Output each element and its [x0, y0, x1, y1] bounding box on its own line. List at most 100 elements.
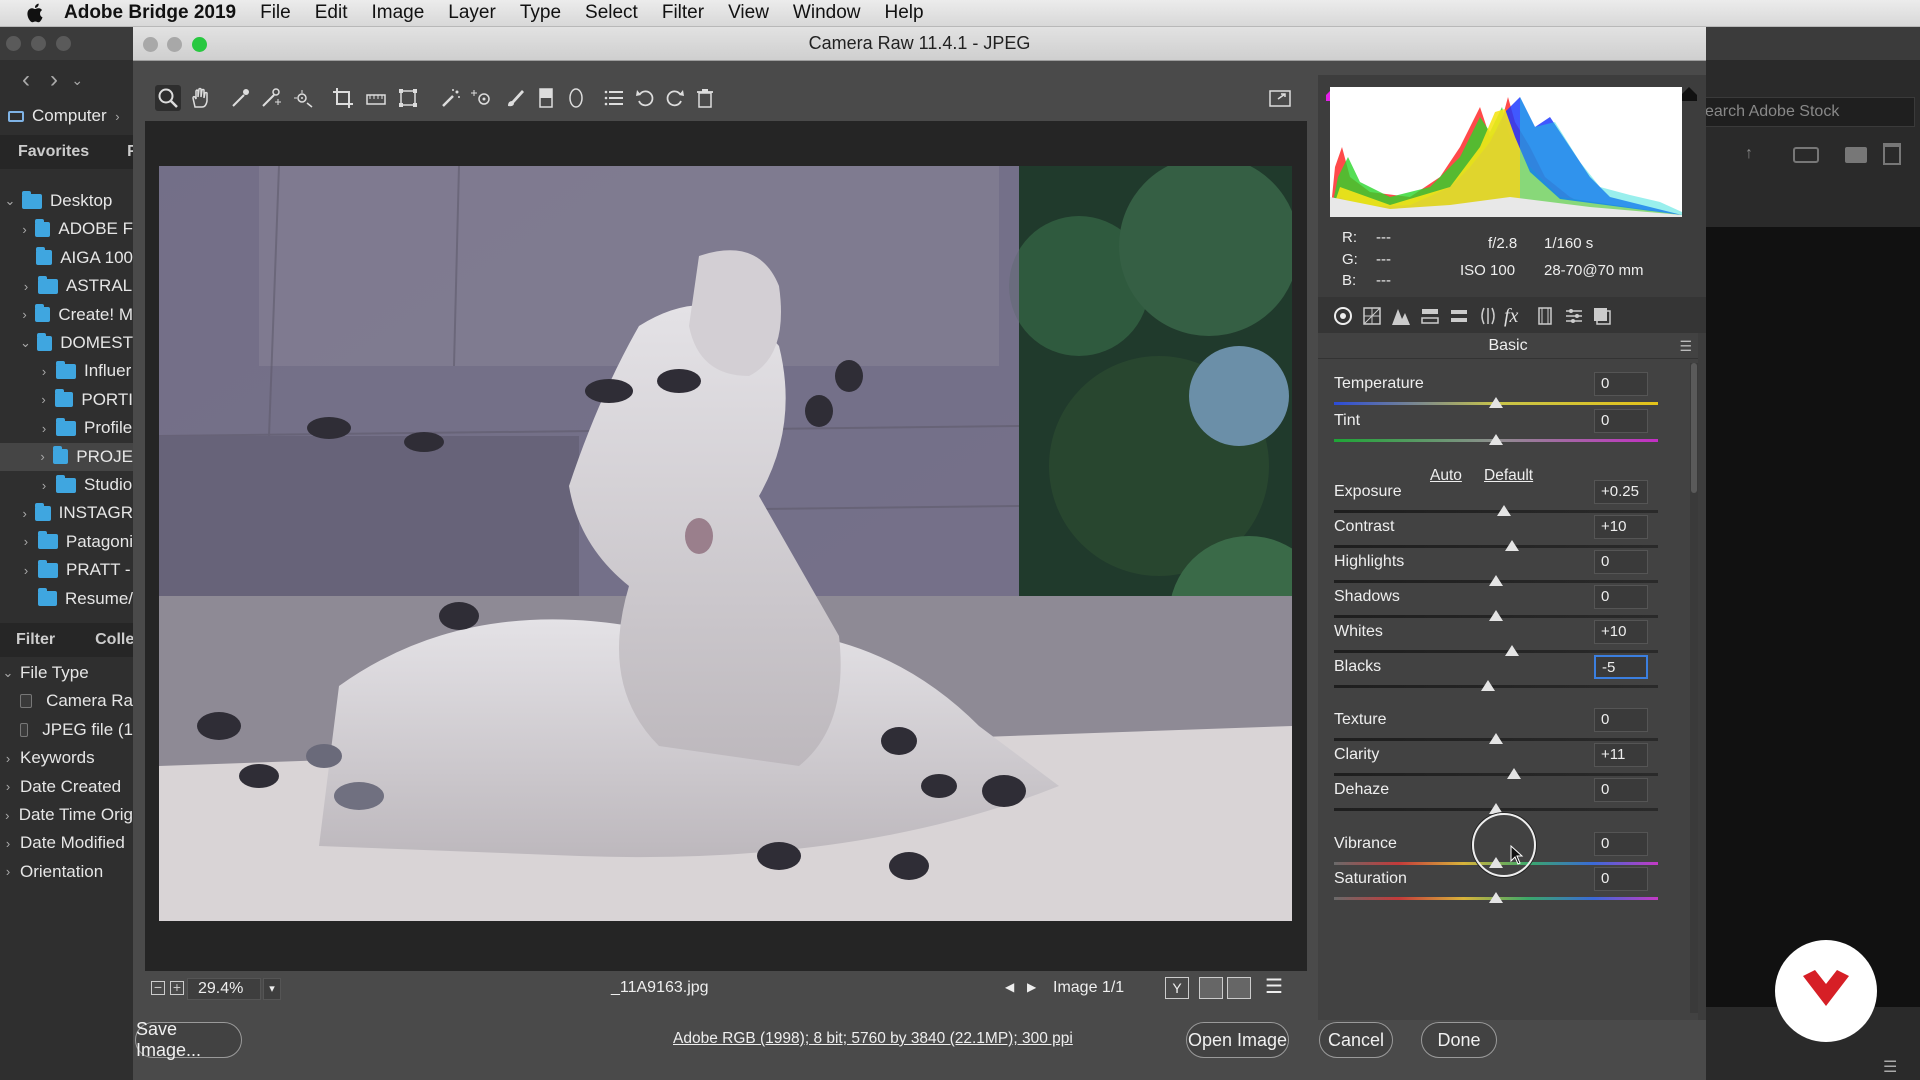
nav-arrows[interactable]: ‹ › ⌄: [0, 62, 133, 98]
menu-window[interactable]: Window: [793, 2, 861, 24]
targeted-adjustment-icon[interactable]: [290, 85, 316, 111]
slider-value-field[interactable]: 0: [1594, 550, 1648, 574]
slider-handle[interactable]: [1489, 397, 1503, 408]
forward-icon[interactable]: ›: [50, 66, 58, 94]
chevron-right-icon[interactable]: ›: [38, 449, 47, 464]
slider-track[interactable]: [1334, 685, 1658, 688]
statue-photo[interactable]: [159, 166, 1292, 921]
menu-help[interactable]: Help: [885, 2, 924, 24]
tab-favorites[interactable]: Favorites: [18, 143, 89, 161]
folder-item[interactable]: › Create! M: [0, 301, 133, 329]
filter-item[interactable]: JPEG file (1: [0, 716, 133, 744]
effects-tab-icon[interactable]: fx: [1504, 305, 1526, 327]
rotate-cw-icon[interactable]: [661, 85, 687, 111]
open-image-button[interactable]: Open Image: [1186, 1022, 1289, 1058]
history-dropdown-icon[interactable]: ⌄: [71, 72, 83, 89]
calibration-tab-icon[interactable]: [1534, 305, 1556, 327]
swap-settings-icon[interactable]: [1199, 977, 1223, 999]
path-breadcrumb[interactable]: Computer ›: [0, 99, 133, 133]
transform-tool-icon[interactable]: [395, 85, 421, 111]
slider-value-field[interactable]: 0: [1594, 867, 1648, 891]
filter-item[interactable]: › Date Created: [0, 773, 133, 801]
chevron-right-icon[interactable]: ›: [2, 808, 13, 823]
tab-filter[interactable]: Filter: [16, 631, 55, 649]
highlight-clipping-icon[interactable]: [1681, 87, 1697, 101]
folder-item[interactable]: AIGA 100: [0, 244, 133, 272]
rotate-ccw-icon[interactable]: [633, 85, 659, 111]
zoom-out-icon[interactable]: −: [151, 980, 165, 995]
slider-value-field[interactable]: +0.25: [1594, 480, 1648, 504]
radial-filter-icon[interactable]: [563, 85, 589, 111]
slider-value-field[interactable]: +10: [1594, 515, 1648, 539]
slider-handle[interactable]: [1506, 768, 1521, 779]
adobe-stock-search[interactable]: earch Adobe Stock: [1700, 97, 1915, 127]
zoom-tool-icon[interactable]: [155, 85, 181, 111]
chevron-right-icon[interactable]: ›: [20, 563, 32, 578]
slider-value-field[interactable]: 0: [1594, 832, 1648, 856]
presets-list-icon[interactable]: [601, 85, 627, 111]
slider-value-field[interactable]: +10: [1594, 620, 1648, 644]
chevron-right-icon[interactable]: ›: [20, 534, 32, 549]
split-toning-tab-icon[interactable]: [1448, 305, 1470, 327]
filter-item[interactable]: › Keywords: [0, 744, 133, 772]
close-button[interactable]: [143, 37, 158, 52]
slider-handle[interactable]: [1505, 540, 1520, 551]
color-sampler-icon[interactable]: [257, 85, 283, 111]
slider-track[interactable]: [1334, 545, 1658, 548]
folder-item[interactable]: Resume/: [0, 585, 133, 613]
zoom-in-icon[interactable]: +: [170, 980, 184, 995]
menu-filter[interactable]: Filter: [662, 2, 704, 24]
straighten-tool-icon[interactable]: [363, 85, 389, 111]
filter-checkbox[interactable]: [20, 722, 29, 737]
presets-tab-icon[interactable]: [1563, 305, 1585, 327]
slider-handle[interactable]: [1505, 645, 1520, 656]
tab-collections[interactable]: Colle: [95, 631, 134, 649]
chevron-down-icon[interactable]: ⌄: [2, 665, 14, 681]
white-balance-icon[interactable]: [227, 85, 253, 111]
up-arrow-icon[interactable]: ↑: [1745, 145, 1753, 163]
folder-item[interactable]: › INSTAGR: [0, 499, 133, 527]
before-after-icon[interactable]: Y: [1165, 977, 1189, 999]
copy-settings-icon[interactable]: [1227, 977, 1251, 999]
prev-image-icon[interactable]: ◀: [1005, 980, 1014, 994]
slider-handle[interactable]: [1489, 892, 1503, 903]
filter-item[interactable]: Camera Ra: [0, 687, 133, 715]
chevron-down-icon[interactable]: ⌄: [4, 193, 16, 209]
chevron-right-icon[interactable]: ›: [20, 222, 29, 237]
filter-item[interactable]: › Date Modified: [0, 829, 133, 857]
slider-handle[interactable]: [1489, 610, 1503, 621]
detail-tab-icon[interactable]: [1390, 305, 1412, 327]
workflow-options-link[interactable]: Adobe RGB (1998); 8 bit; 5760 by 3840 (2…: [673, 1030, 1073, 1048]
new-folder-icon[interactable]: [1845, 147, 1867, 163]
chevron-right-icon[interactable]: ›: [2, 779, 14, 794]
slider-value-field[interactable]: +11: [1594, 743, 1648, 767]
lens-corrections-tab-icon[interactable]: [1477, 305, 1499, 327]
chevron-right-icon[interactable]: ›: [2, 751, 14, 766]
next-image-icon[interactable]: ▶: [1027, 980, 1036, 994]
red-eye-icon[interactable]: [468, 85, 494, 111]
slider-value-field[interactable]: -5: [1594, 655, 1648, 679]
folder-item[interactable]: › PRATT -: [0, 556, 133, 584]
settings-sliders-icon[interactable]: ☰: [1265, 977, 1283, 997]
snapshots-tab-icon[interactable]: [1591, 305, 1613, 327]
slider-value-field[interactable]: 0: [1594, 372, 1648, 396]
chevron-down-icon[interactable]: ▾: [263, 978, 281, 1000]
chevron-right-icon[interactable]: ›: [2, 836, 14, 851]
adjustment-brush-icon[interactable]: [503, 85, 529, 111]
filter-item[interactable]: › Orientation: [0, 858, 133, 886]
chevron-right-icon[interactable]: ›: [20, 307, 29, 322]
menu-view[interactable]: View: [728, 2, 769, 24]
trash-icon[interactable]: [692, 85, 718, 111]
chevron-right-icon[interactable]: ›: [20, 506, 29, 521]
menu-edit[interactable]: Edit: [315, 2, 348, 24]
cancel-button[interactable]: Cancel: [1319, 1022, 1393, 1058]
graduated-filter-icon[interactable]: [533, 85, 559, 111]
crop-tool-icon[interactable]: [330, 85, 356, 111]
app-name[interactable]: Adobe Bridge 2019: [64, 2, 236, 24]
panel-scrollbar[interactable]: [1690, 363, 1698, 1013]
hand-tool-icon[interactable]: [187, 85, 213, 111]
save-image-button[interactable]: Save Image...: [135, 1019, 242, 1060]
chevron-right-icon[interactable]: ›: [38, 478, 50, 493]
panel-menu-icon[interactable]: ☰: [1679, 338, 1692, 355]
chevron-right-icon[interactable]: ›: [20, 279, 32, 294]
